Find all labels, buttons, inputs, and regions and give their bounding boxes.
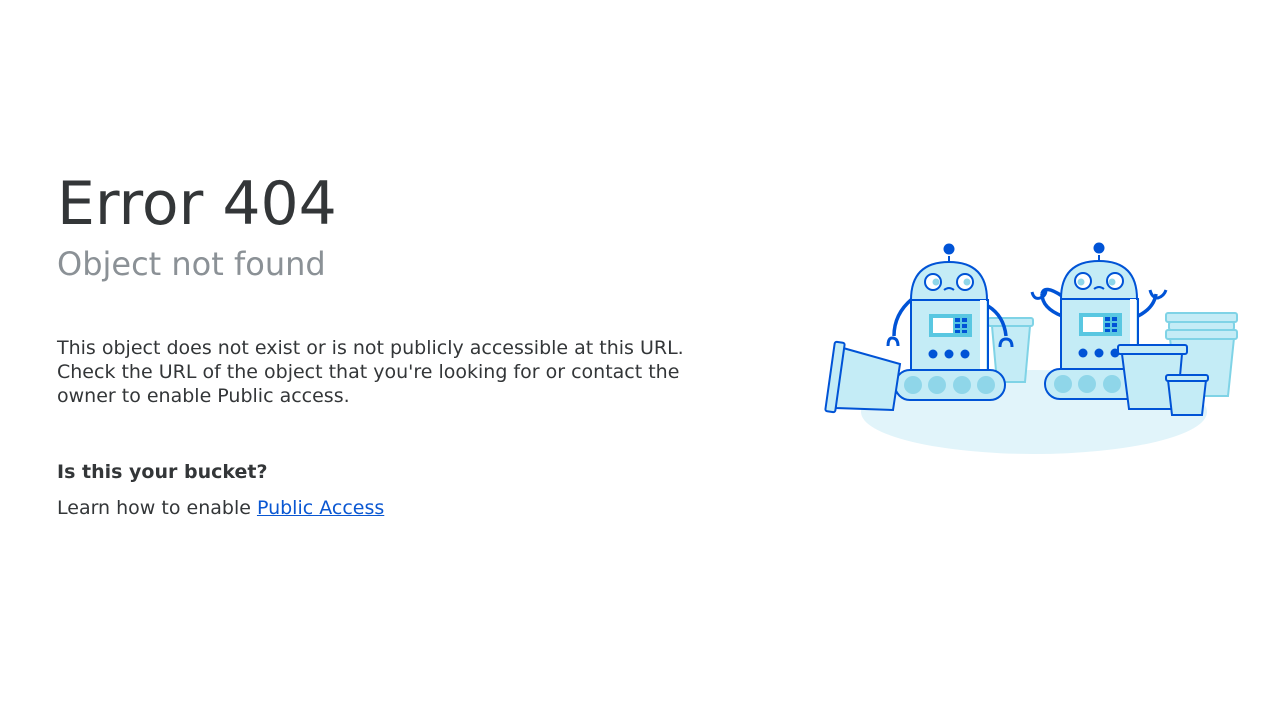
error-content: Error 404 Object not found This object d… — [57, 170, 757, 520]
description-line: Check the URL of the object that you're … — [57, 361, 680, 383]
public-access-link[interactable]: Public Access — [257, 497, 384, 519]
learn-text: Learn how to enable Public Access — [57, 496, 757, 520]
bucket-question: Is this your bucket? — [57, 461, 268, 483]
description-line: This object does not exist or is not pub… — [57, 337, 684, 359]
robots-with-buckets-illustration — [820, 236, 1250, 461]
error-title: Error 404 — [57, 169, 337, 239]
error-description: This object does not exist or is not pub… — [57, 336, 757, 408]
error-subtitle: Object not found — [57, 245, 326, 283]
learn-prefix: Learn how to enable — [57, 497, 257, 519]
description-line: owner to enable Public access. — [57, 385, 350, 407]
